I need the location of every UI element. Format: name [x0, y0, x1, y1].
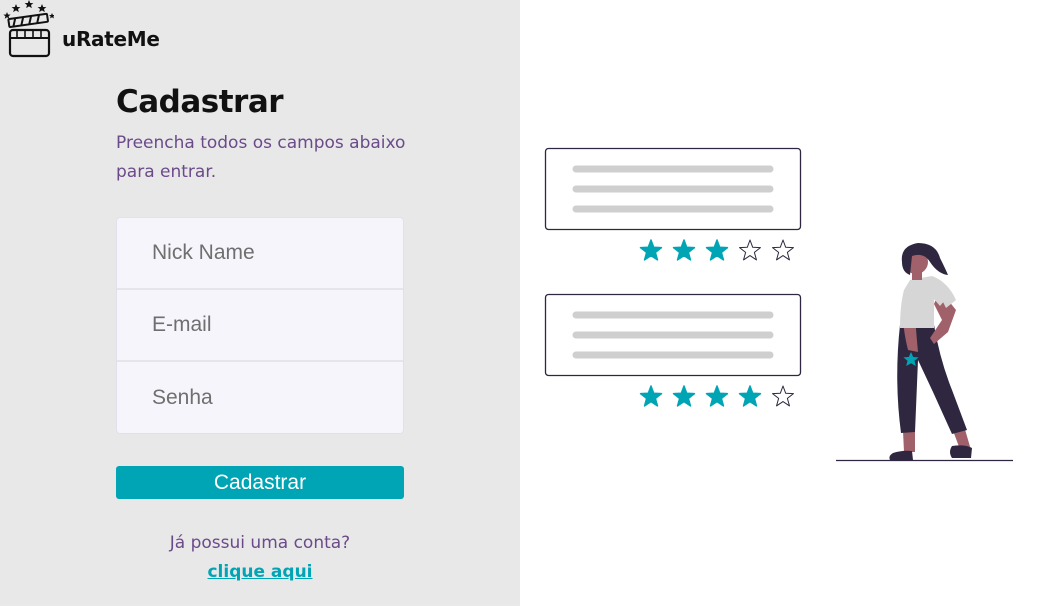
star-filled-icon: [705, 385, 729, 407]
review-2-rating: [639, 385, 794, 407]
page-subtitle: Preencha todos os campos abaixo para ent…: [116, 133, 406, 182]
login-link[interactable]: clique aqui: [116, 562, 404, 582]
reviews-illustration: [544, 147, 1013, 462]
email-field-row: [117, 290, 403, 362]
login-prompt: Já possui uma conta?: [169, 533, 351, 553]
star-filled-icon: [672, 239, 696, 261]
star-empty-icon: [772, 239, 794, 261]
review-card-1: [544, 147, 802, 231]
star-filled-icon: [738, 385, 762, 407]
star-filled-icon: [672, 385, 696, 407]
review-1-rating: [639, 239, 794, 261]
clapperboard-icon: [3, 0, 54, 58]
email-input[interactable]: [152, 313, 392, 337]
review-card-2: [544, 293, 802, 377]
signup-panel: uRateMe Cadastrar Preencha todos os camp…: [0, 0, 520, 606]
illustration-panel: [520, 0, 1037, 606]
page-title: Cadastrar: [116, 84, 284, 120]
star-filled-icon: [639, 239, 663, 261]
signup-form: [116, 217, 404, 434]
password-field-row: [117, 362, 403, 433]
star-empty-icon: [739, 239, 761, 261]
signup-button[interactable]: Cadastrar: [116, 466, 404, 499]
star-filled-icon: [639, 385, 663, 407]
nickname-input[interactable]: [152, 241, 392, 265]
star-filled-icon: [705, 239, 729, 261]
logo[interactable]: uRateMe: [2, 0, 160, 58]
star-empty-icon: [772, 385, 794, 407]
person-figure: [889, 243, 972, 460]
nickname-field-row: [117, 218, 403, 290]
app-name: uRateMe: [62, 27, 160, 51]
password-input[interactable]: [152, 386, 392, 410]
